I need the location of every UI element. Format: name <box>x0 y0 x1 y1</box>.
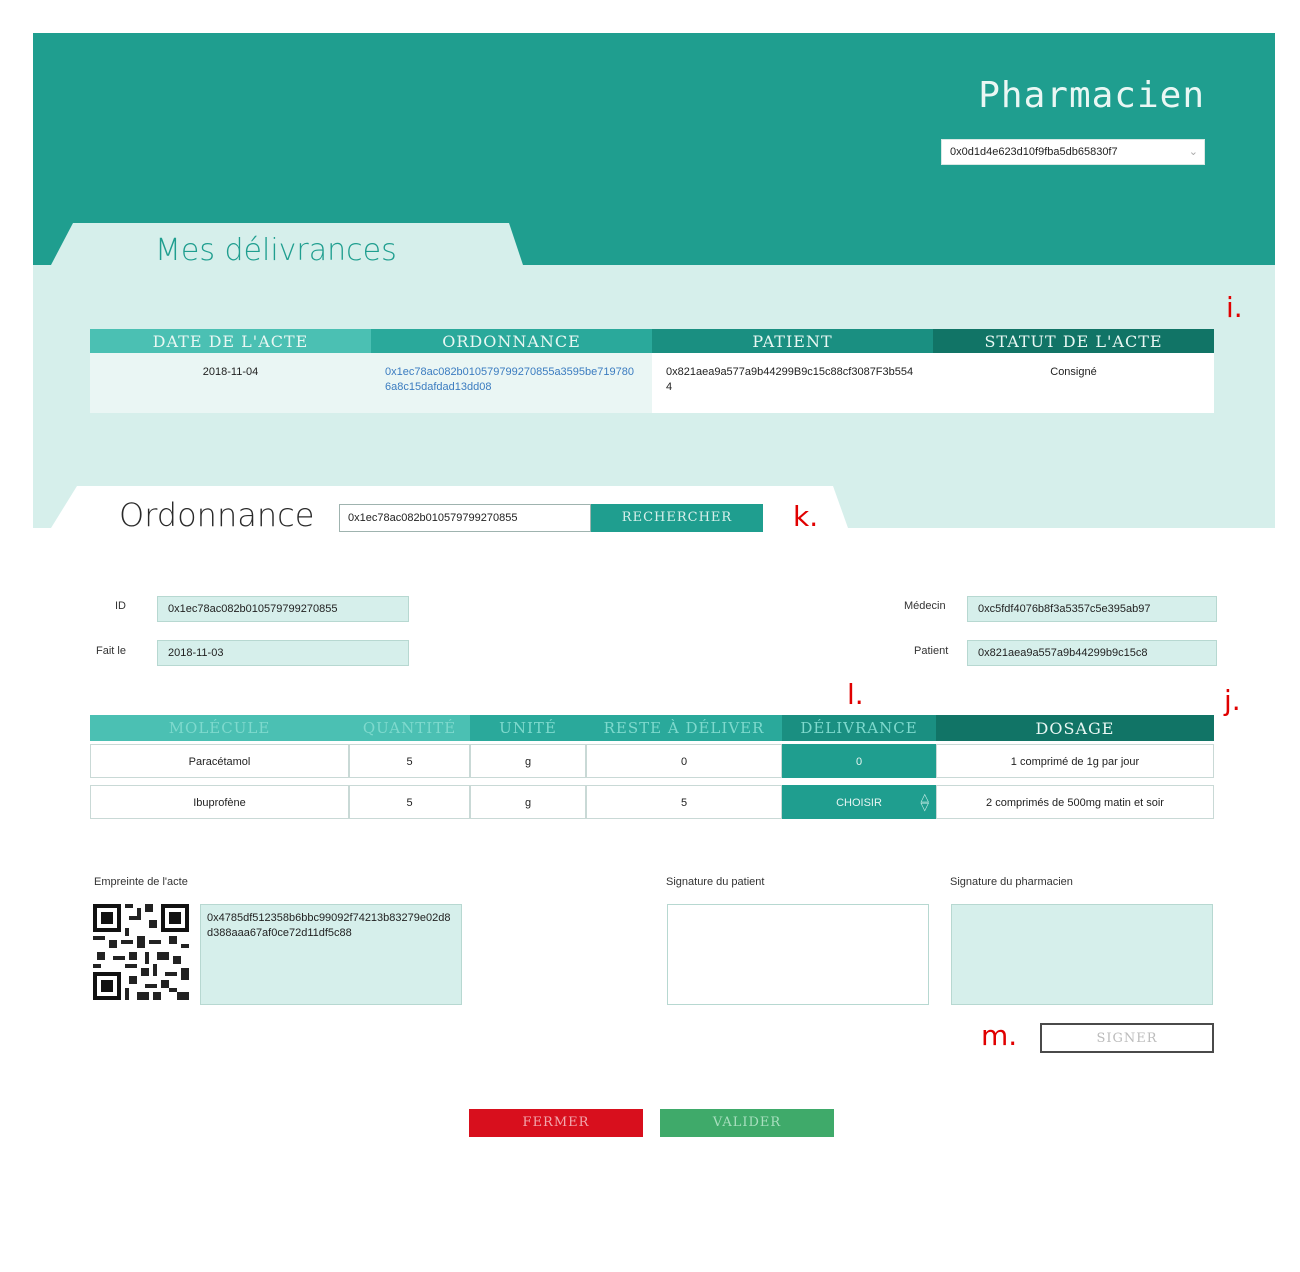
patient-signature-label: Signature du patient <box>666 876 765 888</box>
column-header-delivrance: DÉLIVRANCE <box>782 715 936 741</box>
sign-button[interactable]: SIGNER <box>1040 1023 1214 1053</box>
patient-label: Patient <box>914 645 949 657</box>
validate-button[interactable]: VALIDER <box>660 1109 834 1137</box>
ordonnance-search-input[interactable]: 0x1ec78ac082b010579799270855 <box>339 504 591 532</box>
cell-patient: 0x821aea9a577a9b44299B9c15c88cf3087F3b55… <box>652 353 933 413</box>
column-header-statut: STATUT DE L'ACTE <box>933 329 1214 353</box>
table-row[interactable]: 2018-11-04 0x1ec78ac082b010579799270855a… <box>90 353 1214 413</box>
delivrances-tab-title: Mes délivrances <box>155 233 397 268</box>
cell-ordonnance-link[interactable]: 0x1ec78ac082b010579799270855a3595be71978… <box>371 353 652 413</box>
date-label: Fait le <box>96 645 126 657</box>
cell-statut: Consigné <box>933 353 1214 413</box>
cell-reste: 0 <box>586 744 782 778</box>
cell-dosage: 2 comprimés de 500mg matin et soir <box>936 785 1214 819</box>
delivrances-table-header: DATE DE L'ACTE ORDONNANCE PATIENT STATUT… <box>90 329 1214 353</box>
date-field: 2018-11-03 <box>157 640 409 666</box>
table-row: Ibuprofène 5 g 5 CHOISIR △ ▽ 2 comprimés … <box>90 785 1214 823</box>
spinner-arrows-icon[interactable]: △ ▽ <box>921 793 929 813</box>
column-header-patient: PATIENT <box>652 329 933 353</box>
account-address: 0x0d1d4e623d10f9fba5db65830f7 <box>950 146 1118 158</box>
patient-signature-field[interactable] <box>667 904 929 1005</box>
ordonnance-tab-title: Ordonnance <box>119 496 315 534</box>
column-header-dosage: DOSAGE <box>936 715 1214 741</box>
cell-molecule: Ibuprofène <box>90 785 349 819</box>
cell-date: 2018-11-04 <box>90 353 371 413</box>
id-label: ID <box>115 600 126 612</box>
annotation-m: m. <box>981 1019 1018 1052</box>
empreinte-label: Empreinte de l'acte <box>94 876 188 888</box>
cell-unite: g <box>470 785 586 819</box>
patient-field: 0x821aea9a557a9b44299b9c15c8 <box>967 640 1217 666</box>
cell-molecule: Paracétamol <box>90 744 349 778</box>
qr-code-icon <box>93 904 189 1000</box>
cell-reste: 5 <box>586 785 782 819</box>
cell-dosage: 1 comprimé de 1g par jour <box>936 744 1214 778</box>
annotation-l: l. <box>847 678 864 711</box>
pharmacien-signature-field[interactable] <box>951 904 1213 1005</box>
column-header-reste: RESTE À DÉLIVER <box>586 715 782 741</box>
molecules-table-header: MOLÉCULE QUANTITÉ UNITÉ RESTE À DÉLIVER … <box>90 715 1214 741</box>
search-button[interactable]: RECHERCHER <box>591 504 763 532</box>
account-select[interactable]: 0x0d1d4e623d10f9fba5db65830f7 ⌄ <box>941 139 1205 165</box>
id-field: 0x1ec78ac082b010579799270855 <box>157 596 409 622</box>
cell-quantite: 5 <box>349 785 470 819</box>
chevron-down-icon: ⌄ <box>1188 146 1198 158</box>
medecin-field: 0xc5fdf4076b8f3a5357c5e395ab97 <box>967 596 1217 622</box>
annotation-j: j. <box>1224 684 1241 717</box>
pharmacien-app: Pharmacien 0x0d1d4e623d10f9fba5db65830f7… <box>33 33 1275 1137</box>
column-header-unite: UNITÉ <box>470 715 586 741</box>
medecin-label: Médecin <box>904 600 946 612</box>
column-header-molecule: MOLÉCULE <box>90 715 349 741</box>
empreinte-field: 0x4785df512358b6bbc99092f74213b83279e02d… <box>200 904 462 1005</box>
annotation-k: k. <box>793 500 819 533</box>
delivrance-stepper[interactable]: CHOISIR △ ▽ <box>782 785 936 819</box>
column-header-date: DATE DE L'ACTE <box>90 329 371 353</box>
table-row: Paracétamol 5 g 0 0 1 comprimé de 1g par… <box>90 744 1214 782</box>
delivrance-choose-label: CHOISIR <box>836 797 882 809</box>
role-title: Pharmacien <box>978 75 1205 116</box>
delivrances-table: DATE DE L'ACTE ORDONNANCE PATIENT STATUT… <box>90 329 1214 413</box>
column-header-quantite: QUANTITÉ <box>349 715 470 741</box>
delivrance-value: 0 <box>782 744 936 778</box>
cell-quantite: 5 <box>349 744 470 778</box>
molecules-table: MOLÉCULE QUANTITÉ UNITÉ RESTE À DÉLIVER … <box>90 715 1214 823</box>
column-header-ordonnance: ORDONNANCE <box>371 329 652 353</box>
pharmacien-signature-label: Signature du pharmacien <box>950 876 1073 888</box>
cell-unite: g <box>470 744 586 778</box>
close-button[interactable]: FERMER <box>469 1109 643 1137</box>
annotation-i: i. <box>1226 291 1243 324</box>
